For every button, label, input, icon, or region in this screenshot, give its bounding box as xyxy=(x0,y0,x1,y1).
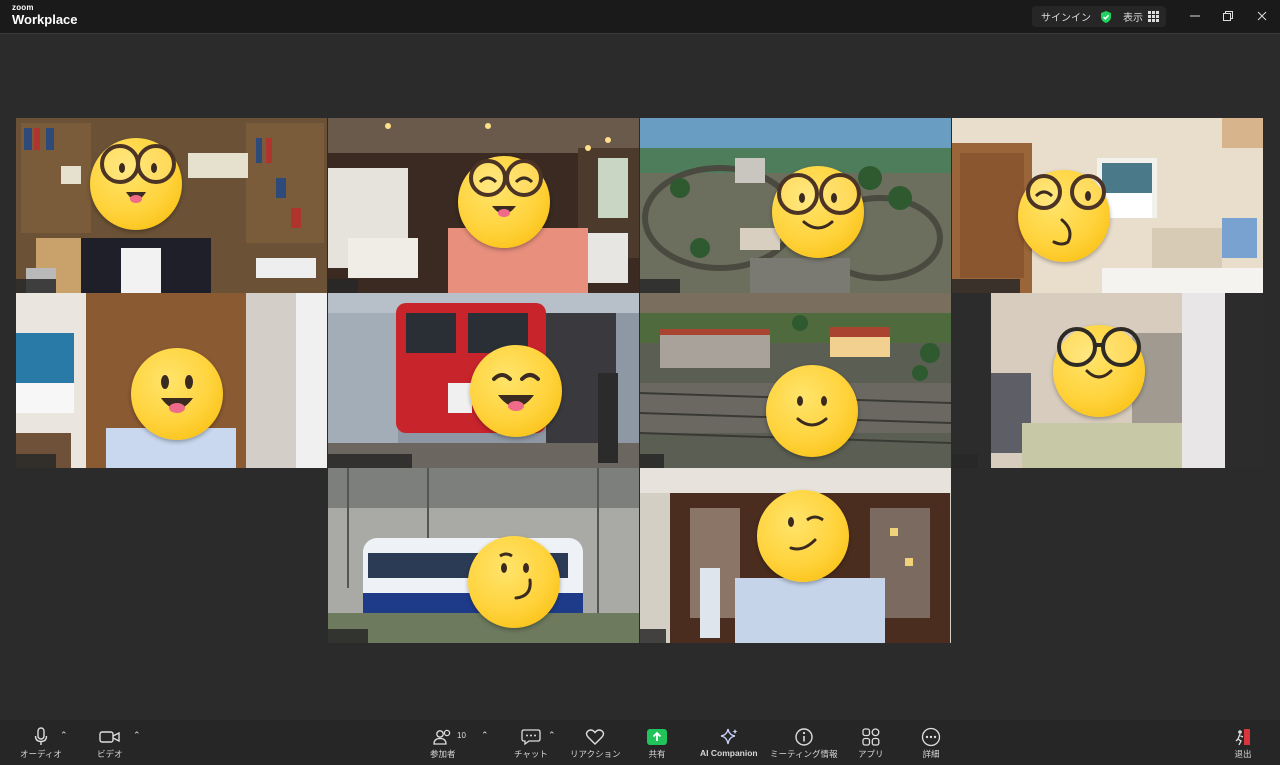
audio-label: オーディオ xyxy=(20,749,62,759)
reactions-button[interactable]: リアクション xyxy=(570,726,621,760)
more-button[interactable]: 詳細 xyxy=(921,726,941,760)
video-label: ビデオ xyxy=(97,749,123,759)
participants-label: 参加者 xyxy=(430,749,456,759)
title-bar: zoom Workplace サインイン 表示 xyxy=(0,0,1280,34)
emoji-face-icon xyxy=(458,156,550,248)
video-tile[interactable] xyxy=(16,293,327,468)
emoji-face-icon xyxy=(757,490,849,582)
name-tag xyxy=(328,629,368,643)
info-icon xyxy=(794,726,814,748)
reactions-label: リアクション xyxy=(570,749,621,759)
sparkle-icon xyxy=(719,726,739,748)
participants-icon xyxy=(433,726,453,748)
logo-big-text: Workplace xyxy=(12,12,78,27)
name-tag xyxy=(640,629,666,643)
video-tile[interactable] xyxy=(16,118,327,293)
heart-icon xyxy=(585,726,605,748)
leave-label: 退出 xyxy=(1234,749,1252,759)
chat-label: チャット xyxy=(514,749,548,759)
minimize-icon[interactable] xyxy=(1187,8,1203,24)
logo-small-text: zoom xyxy=(12,3,34,12)
video-button[interactable]: ビデオ xyxy=(97,726,123,760)
participants-button[interactable]: 参加者 xyxy=(430,726,456,760)
video-camera-icon xyxy=(99,726,121,748)
close-icon[interactable] xyxy=(1254,8,1270,24)
share-label: 共有 xyxy=(648,749,666,759)
video-tile[interactable] xyxy=(328,118,639,293)
leave-button[interactable]: 退出 xyxy=(1233,726,1253,760)
name-tag xyxy=(16,454,56,468)
apps-icon xyxy=(861,726,881,748)
video-tile[interactable] xyxy=(328,293,639,468)
name-tag xyxy=(640,279,680,293)
titlebar-controls: サインイン 表示 xyxy=(1032,6,1166,27)
name-tag xyxy=(16,279,56,293)
video-tile[interactable] xyxy=(640,468,951,643)
emoji-face-icon xyxy=(90,138,182,230)
app-logo: zoom Workplace xyxy=(12,3,78,27)
audio-options-chevron-icon[interactable]: ⌃ xyxy=(60,730,68,741)
meeting-toolbar: オーディオ ⌃ ビデオ ⌃ 参加者 10 ⌃ チャット ⌃ リアクション 共有 … xyxy=(0,720,1280,765)
apps-label: アプリ xyxy=(858,749,884,759)
video-tile[interactable] xyxy=(952,118,1263,293)
share-screen-icon xyxy=(647,726,667,748)
meeting-info-label: ミーティング情報 xyxy=(770,749,838,759)
share-button[interactable]: 共有 xyxy=(647,726,667,760)
name-tag xyxy=(640,454,664,468)
more-label: 詳細 xyxy=(922,749,940,759)
video-tile[interactable] xyxy=(640,118,951,293)
apps-button[interactable]: アプリ xyxy=(858,726,884,760)
restore-icon[interactable] xyxy=(1220,8,1236,24)
video-options-chevron-icon[interactable]: ⌃ xyxy=(133,730,141,741)
emoji-face-icon xyxy=(470,345,562,437)
emoji-face-icon xyxy=(1018,170,1110,262)
emoji-face-icon xyxy=(1053,325,1145,417)
emoji-face-icon xyxy=(468,536,560,628)
emoji-face-icon xyxy=(772,166,864,258)
exit-door-icon xyxy=(1233,726,1253,748)
ai-companion-button[interactable]: AI Companion xyxy=(700,726,758,758)
microphone-icon xyxy=(33,726,49,748)
shield-check-icon xyxy=(1099,10,1113,24)
audio-button[interactable]: オーディオ xyxy=(20,726,62,760)
more-dots-icon xyxy=(921,726,941,748)
ai-companion-label: AI Companion xyxy=(700,748,758,758)
video-tile[interactable] xyxy=(328,468,639,643)
name-tag xyxy=(952,454,978,468)
chat-options-chevron-icon[interactable]: ⌃ xyxy=(548,730,556,741)
emoji-face-icon xyxy=(766,365,858,457)
emoji-face-icon xyxy=(131,348,223,440)
participants-count: 10 xyxy=(457,731,466,740)
chat-button[interactable]: チャット xyxy=(514,726,548,760)
participants-options-chevron-icon[interactable]: ⌃ xyxy=(481,730,489,741)
meeting-info-button[interactable]: ミーティング情報 xyxy=(770,726,838,760)
grid-icon[interactable] xyxy=(1148,11,1159,22)
name-tag xyxy=(328,279,358,293)
chat-bubble-icon xyxy=(521,726,541,748)
view-button[interactable]: 表示 xyxy=(1123,9,1143,24)
name-tag xyxy=(328,454,412,468)
video-tile[interactable] xyxy=(640,293,951,468)
signin-button[interactable]: サインイン xyxy=(1032,9,1099,24)
video-tile[interactable] xyxy=(952,293,1263,468)
name-tag xyxy=(952,279,1020,293)
